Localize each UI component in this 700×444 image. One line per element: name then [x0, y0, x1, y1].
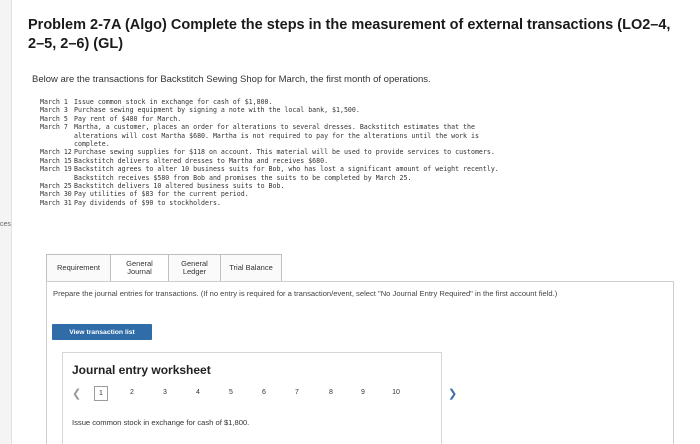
- transaction-date: March 1: [40, 98, 68, 106]
- transaction-row: March 30 Pay utilities of $83 for the cur…: [40, 190, 680, 198]
- instructions-text: Prepare the journal entries for transact…: [53, 289, 558, 298]
- sidebar-cut-label: ces: [0, 221, 11, 228]
- transaction-row: March 5 Pay rent of $480 for March.: [40, 115, 680, 123]
- transaction-date: March 15: [40, 156, 72, 165]
- transaction-row: March 1 Issue common stock in exchange fo…: [40, 98, 680, 106]
- transaction-text: Martha, a customer, places an order for …: [74, 123, 479, 149]
- chevron-left-icon[interactable]: ❮: [72, 387, 81, 400]
- page-7[interactable]: 7: [290, 389, 304, 396]
- page-2[interactable]: 2: [125, 389, 139, 396]
- transaction-text: Backstitch agrees to alter 10 business s…: [74, 165, 499, 182]
- general-journal-panel: Prepare the journal entries for transact…: [46, 281, 674, 444]
- transaction-text: Pay utilities of $83 for the current per…: [74, 190, 249, 199]
- transaction-row: March 12 Purchase sewing supplies for $11…: [40, 148, 680, 156]
- page-8[interactable]: 8: [324, 389, 338, 396]
- page-5[interactable]: 5: [224, 389, 238, 396]
- worksheet-pager: ❮ 1 2 3 4 5 6 7 8 9 10 ❯: [72, 385, 457, 403]
- transaction-text: Purchase sewing equipment by signing a n…: [74, 106, 360, 115]
- transaction-row: March 3 Purchase sewing equipment by sign…: [40, 106, 680, 114]
- transaction-description: Issue common stock in exchange for cash …: [72, 418, 250, 427]
- tab-requirement[interactable]: Requirement: [47, 255, 111, 281]
- transaction-date: March 31: [40, 198, 72, 207]
- problem-title: Problem 2-7A (Algo) Complete the steps i…: [28, 17, 671, 52]
- transaction-text: Pay rent of $480 for March.: [74, 114, 182, 123]
- chevron-right-icon[interactable]: ❯: [448, 387, 457, 400]
- transaction-row: March 15 Backstitch delivers altered dres…: [40, 157, 680, 165]
- view-transaction-list-button[interactable]: View transaction list: [52, 324, 152, 340]
- transaction-row: March 7 Martha, a customer, places an ord…: [40, 123, 680, 148]
- left-sidebar-edge: ces: [0, 0, 12, 444]
- transaction-row: March 25 Backstitch delivers 10 altered b…: [40, 182, 680, 190]
- transaction-date: March 12: [40, 148, 72, 157]
- transaction-date: March 25: [40, 182, 72, 191]
- page-10[interactable]: 10: [389, 389, 403, 396]
- worksheet-title: Journal entry worksheet: [72, 363, 211, 377]
- transaction-text: Pay dividends of $90 to stockholders.: [74, 198, 221, 207]
- page-9[interactable]: 9: [356, 389, 370, 396]
- transaction-date: March 7: [40, 123, 68, 132]
- transaction-text: Backstitch delivers 10 altered business …: [74, 182, 285, 191]
- tab-general-journal[interactable]: General Journal: [111, 255, 169, 281]
- transaction-date: March 5: [40, 114, 68, 123]
- tab-trial-balance[interactable]: Trial Balance: [221, 255, 281, 281]
- page-3[interactable]: 3: [158, 389, 172, 396]
- transaction-text: Issue common stock in exchange for cash …: [74, 98, 273, 106]
- transaction-row: March 31 Pay dividends of $90 to stockhol…: [40, 199, 680, 207]
- transaction-text: Backstitch delivers altered dresses to M…: [74, 156, 329, 165]
- tab-general-ledger[interactable]: General Ledger: [169, 255, 221, 281]
- transaction-text: Purchase sewing supplies for $118 on acc…: [74, 148, 495, 157]
- intro-text: Below are the transactions for Backstitc…: [32, 74, 431, 85]
- transaction-date: March 3: [40, 106, 68, 115]
- page-4[interactable]: 4: [191, 389, 205, 396]
- transaction-row: March 19 Backstitch agrees to alter 10 bu…: [40, 165, 680, 182]
- transaction-date: March 19: [40, 165, 72, 174]
- transaction-date: March 30: [40, 190, 72, 199]
- journal-entry-worksheet: Journal entry worksheet ❮ 1 2 3 4 5 6 7 …: [62, 352, 457, 444]
- requirement-tabs: Requirement General Journal General Ledg…: [46, 254, 282, 282]
- transaction-list: March 1 Issue common stock in exchange fo…: [40, 98, 680, 207]
- page-6[interactable]: 6: [257, 389, 271, 396]
- page-1[interactable]: 1: [94, 386, 108, 401]
